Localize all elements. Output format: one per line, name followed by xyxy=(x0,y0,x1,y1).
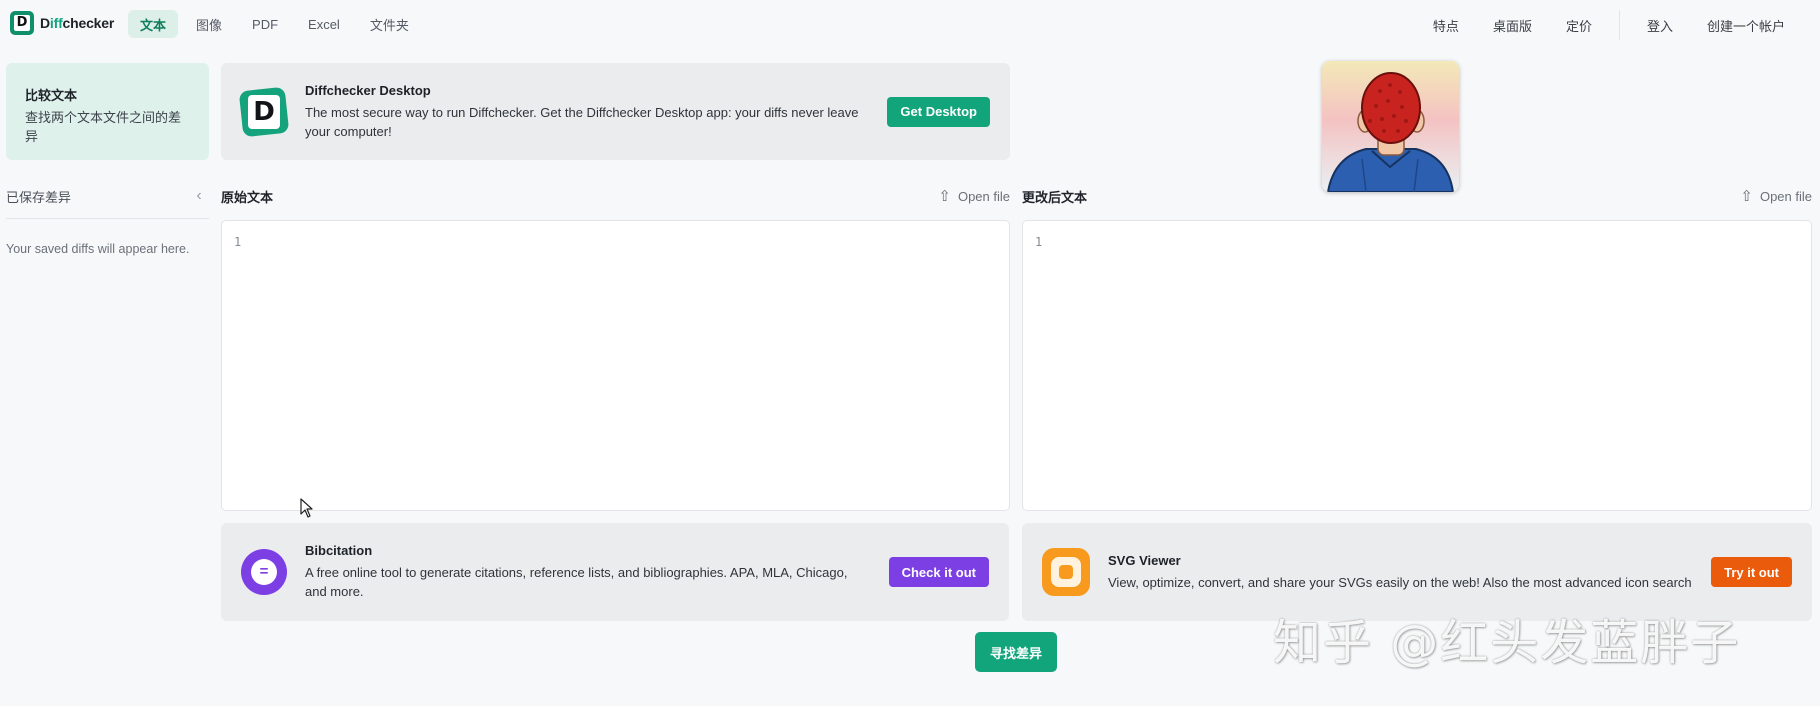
account-nav: 特点 桌面版 定价 登入 创建一个帐户 xyxy=(1416,10,1802,40)
diffchecker-logo-icon: D xyxy=(10,11,34,35)
upload-icon: ⇧ xyxy=(1740,187,1753,205)
promo-body: Diffchecker Desktop The most secure way … xyxy=(305,83,869,141)
tab-image[interactable]: 图像 xyxy=(184,10,234,38)
promo-title: Bibcitation xyxy=(305,543,373,558)
changed-text-label: 更改后文本 xyxy=(1022,189,1088,205)
promo-title: Diffchecker Desktop xyxy=(305,82,431,98)
diffchecker-desktop-icon xyxy=(238,86,290,137)
get-desktop-button[interactable]: Get Desktop xyxy=(887,96,990,127)
changed-open-file-button[interactable]: ⇧ Open file xyxy=(1740,189,1812,204)
desktop-promo-banner: Diffchecker Desktop The most secure way … xyxy=(221,63,1010,160)
nav-features-link[interactable]: 特点 xyxy=(1416,11,1476,39)
promo-description: A free online tool to generate citations… xyxy=(305,565,848,599)
try-it-out-button[interactable]: Try it out xyxy=(1711,557,1792,587)
zhihu-watermark: 知乎 @红头发蓝胖子 xyxy=(1273,615,1741,671)
saved-diffs-empty-message: Your saved diffs will appear here. xyxy=(6,242,190,256)
avatar-image xyxy=(1322,61,1459,192)
nav-divider xyxy=(1618,10,1620,40)
mode-tabs: 文本 图像 PDF Excel 文件夹 xyxy=(128,10,421,38)
promo-body: SVG Viewer View, optimize, convert, and … xyxy=(1108,553,1693,592)
compare-text-description: 查找两个文本文件之间的差异 xyxy=(25,110,182,144)
original-text-editor[interactable]: 1 xyxy=(221,220,1010,511)
diffchecker-logo[interactable]: D Diffchecker xyxy=(10,10,114,36)
open-file-label: Open file xyxy=(957,188,1010,204)
saved-diffs-title: 已保存差异 xyxy=(6,189,72,205)
login-link[interactable]: 登入 xyxy=(1630,11,1690,39)
promo-description: The most secure way to run Diffchecker. … xyxy=(305,104,859,139)
upload-icon: ⇧ xyxy=(938,187,951,205)
chevron-left-icon[interactable]: ‹ xyxy=(189,186,209,206)
divider xyxy=(6,218,209,219)
top-navigation-bar: D Diffchecker 文本 图像 PDF Excel 文件夹 特点 桌面版… xyxy=(0,0,1820,48)
svg-viewer-icon xyxy=(1042,548,1090,596)
tab-folder[interactable]: 文件夹 xyxy=(358,10,421,38)
original-text-header: 原始文本 ⇧ Open file xyxy=(221,186,1010,206)
original-open-file-button[interactable]: ⇧ Open file xyxy=(938,189,1010,204)
line-number: 1 xyxy=(234,235,242,249)
signup-link[interactable]: 创建一个帐户 xyxy=(1690,11,1802,39)
compare-text-title: 比较文本 xyxy=(25,88,78,103)
promo-title: SVG Viewer xyxy=(1108,552,1181,568)
original-text-label: 原始文本 xyxy=(221,189,274,205)
line-number: 1 xyxy=(1035,235,1043,249)
bibcitation-icon: = xyxy=(241,549,287,595)
tab-excel[interactable]: Excel xyxy=(296,10,352,38)
nav-pricing-link[interactable]: 定价 xyxy=(1549,11,1609,39)
find-difference-button[interactable]: 寻找差异 xyxy=(975,632,1057,672)
tab-text[interactable]: 文本 xyxy=(128,10,179,38)
check-it-out-button[interactable]: Check it out xyxy=(888,557,989,587)
promo-description: View, optimize, convert, and share your … xyxy=(1108,574,1692,590)
nav-desktop-link[interactable]: 桌面版 xyxy=(1476,11,1549,39)
promo-body: Bibcitation A free online tool to genera… xyxy=(305,543,871,601)
logo-text: Diffchecker xyxy=(40,15,115,31)
open-file-label: Open file xyxy=(1759,188,1812,204)
red-haired-person-back-icon xyxy=(1322,61,1459,192)
bibcitation-promo-banner: = Bibcitation A free online tool to gene… xyxy=(221,523,1009,621)
tab-pdf[interactable]: PDF xyxy=(240,10,290,38)
mouse-cursor-icon xyxy=(300,498,313,518)
changed-text-editor[interactable]: 1 xyxy=(1022,220,1812,511)
compare-text-card[interactable]: 比较文本 查找两个文本文件之间的差异 xyxy=(6,63,209,160)
saved-diffs-header: 已保存差异 ‹ xyxy=(6,186,209,206)
changed-text-header: 更改后文本 ⇧ Open file xyxy=(1022,186,1812,206)
